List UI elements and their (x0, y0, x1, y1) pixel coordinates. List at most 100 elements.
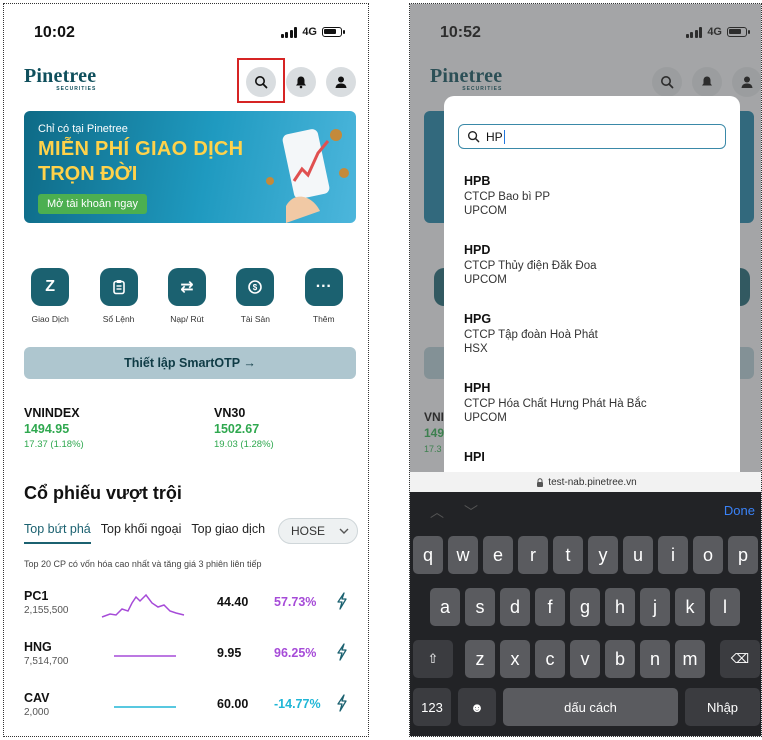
smartotp-button[interactable]: Thiết lập SmartOTP → (24, 347, 356, 379)
emoji-key[interactable]: ☻ (458, 688, 496, 726)
key-e[interactable]: e (483, 536, 513, 574)
search-result-item[interactable]: HPI (464, 450, 485, 464)
key-l[interactable]: l (710, 588, 740, 626)
stock-symbol: CAV (24, 691, 50, 705)
search-icon (255, 76, 268, 89)
key-n[interactable]: n (640, 640, 670, 678)
list-description: Top 20 CP có vốn hóa cao nhất và tăng gi… (24, 559, 262, 569)
stock-row[interactable]: PC1 2,155,500 44.40 57.73% (24, 587, 360, 627)
more-icon: ··· (304, 268, 343, 306)
result-name: CTCP Thủy điện Đăk Đoa (464, 260, 597, 272)
search-input[interactable]: HP (458, 124, 726, 149)
tab-top-trading[interactable]: Top giao dịch (191, 522, 265, 544)
stock-volume: 7,514,700 (24, 656, 69, 667)
result-name: CTCP Bao bì PP (464, 191, 551, 203)
search-value: HP (486, 129, 503, 144)
stock-tabs: Top bứt phá Top khối ngoại Top giao dịch (24, 522, 284, 544)
asset-icon: $ (236, 268, 275, 306)
stock-row[interactable]: HNG 7,514,700 9.95 96.25% (24, 638, 360, 678)
stock-change-pct: -14.77% (274, 697, 321, 711)
key-v[interactable]: v (570, 640, 600, 678)
phone-illustration (266, 129, 349, 223)
search-result-item[interactable]: HPG CTCP Tập đoàn Hoà Phát HSX (464, 312, 598, 355)
stock-row[interactable]: CAV 2,000 60.00 -14.77% (24, 689, 360, 729)
search-result-item[interactable]: HPB CTCP Bao bì PP UPCOM (464, 174, 550, 217)
key-r[interactable]: r (518, 536, 548, 574)
result-symbol: HPI (464, 450, 485, 464)
action-orderbook[interactable]: Sổ Lệnh (89, 268, 149, 324)
key-i[interactable]: i (658, 536, 688, 574)
user-icon (335, 76, 347, 88)
key-m[interactable]: m (675, 640, 705, 678)
promo-banner[interactable]: Chỉ có tại Pinetree MIỄN PHÍ GIAO DỊCH T… (24, 111, 356, 223)
action-deposit-withdraw[interactable]: ⇄ Nạp/ Rút (157, 268, 217, 324)
search-button[interactable] (246, 67, 276, 97)
numbers-key[interactable]: 123 (413, 688, 451, 726)
backspace-key[interactable]: ⌫ (720, 640, 760, 678)
search-result-item[interactable]: HPH CTCP Hóa Chất Hưng Phát Hà Bắc UPCOM (464, 381, 647, 424)
index-name: VN30 (214, 406, 246, 420)
shift-key[interactable]: ⇧ (413, 640, 453, 678)
key-y[interactable]: y (588, 536, 618, 574)
sparkline (101, 593, 185, 618)
browser-url-bar[interactable]: test-nab.pinetree.vn (410, 472, 761, 492)
key-c[interactable]: c (535, 640, 565, 678)
text-caret (503, 129, 505, 144)
tab-top-foreign[interactable]: Top khối ngoại (101, 522, 182, 544)
exchange-select[interactable]: HOSE (278, 518, 358, 544)
key-k[interactable]: k (675, 588, 705, 626)
result-symbol: HPD (464, 243, 491, 257)
result-name: CTCP Hóa Chất Hưng Phát Hà Bắc (464, 398, 647, 410)
action-label: Giao Dịch (31, 314, 69, 324)
key-u[interactable]: u (623, 536, 653, 574)
chevron-up-icon[interactable]: ︿ (430, 502, 444, 522)
open-account-button[interactable]: Mở tài khoản ngay (38, 194, 147, 214)
z-icon: Z (31, 268, 70, 306)
done-button[interactable]: Done (724, 503, 755, 518)
action-more[interactable]: ··· Thêm (294, 268, 354, 324)
key-a[interactable]: a (430, 588, 460, 626)
key-w[interactable]: w (448, 536, 478, 574)
tab-top-breakout[interactable]: Top bứt phá (24, 522, 91, 544)
key-s[interactable]: s (465, 588, 495, 626)
result-exchange: UPCOM (464, 412, 507, 424)
key-b[interactable]: b (605, 640, 635, 678)
profile-button[interactable] (326, 67, 356, 97)
key-f[interactable]: f (535, 588, 565, 626)
result-exchange: UPCOM (464, 274, 507, 286)
key-j[interactable]: j (640, 588, 670, 626)
transfer-icon: ⇄ (167, 268, 206, 306)
search-result-item[interactable]: HPD CTCP Thủy điện Đăk Đoa UPCOM (464, 243, 597, 286)
lightning-icon[interactable] (335, 694, 349, 712)
chevron-down-icon[interactable]: ﹀ (464, 502, 478, 522)
bell-icon (296, 76, 306, 89)
enter-key[interactable]: Nhập (685, 688, 760, 726)
key-o[interactable]: o (693, 536, 723, 574)
svg-text:$: $ (253, 283, 258, 292)
stock-volume: 2,155,500 (24, 605, 69, 616)
key-q[interactable]: q (413, 536, 443, 574)
section-title: Cổ phiếu vượt trội (24, 483, 182, 503)
lightning-icon[interactable] (335, 643, 349, 661)
result-exchange: UPCOM (464, 205, 507, 217)
key-h[interactable]: h (605, 588, 635, 626)
action-assets[interactable]: $ Tài Sản (225, 268, 285, 324)
index-value: 1502.67 (214, 422, 260, 436)
battery-icon (322, 27, 345, 37)
lightning-icon[interactable] (335, 592, 349, 610)
result-symbol: HPG (464, 312, 492, 326)
space-key[interactable]: dấu cách (503, 688, 678, 726)
notification-button[interactable] (286, 67, 316, 97)
key-d[interactable]: d (500, 588, 530, 626)
action-trade[interactable]: Z Giao Dịch (20, 268, 80, 324)
key-t[interactable]: t (553, 536, 583, 574)
result-symbol: HPB (464, 174, 491, 188)
stock-volume: 2,000 (24, 707, 50, 718)
result-exchange: HSX (464, 343, 488, 355)
key-g[interactable]: g (570, 588, 600, 626)
key-p[interactable]: p (728, 536, 758, 574)
key-z[interactable]: z (465, 640, 495, 678)
key-x[interactable]: x (500, 640, 530, 678)
index-vnindex[interactable]: VNINDEX 1494.95 17.37 (1.18%) (24, 406, 84, 450)
index-vn30[interactable]: VN30 1502.67 19.03 (1.28%) (214, 406, 274, 450)
